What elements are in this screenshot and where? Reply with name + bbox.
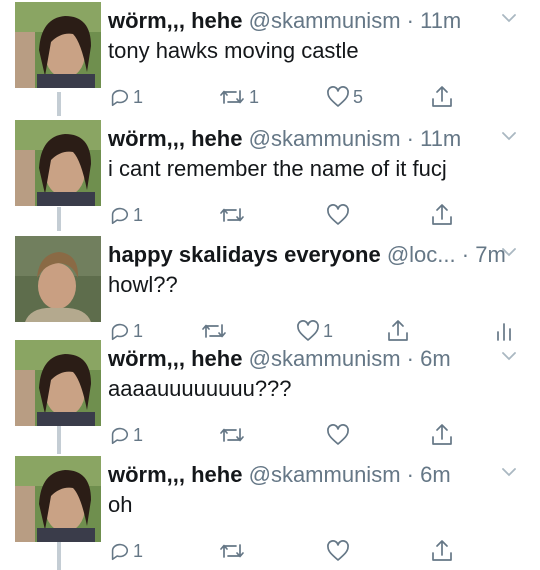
reply-button[interactable]: 1 [108,200,143,230]
tweet[interactable]: wörm,,, hehe @skammunism · 6m aaaauuuuuu… [0,340,540,450]
display-name[interactable]: wörm,,, hehe [108,126,242,151]
separator: · [406,8,414,33]
tweet-text: i cant remember the name of it fucj [108,156,447,181]
heart-icon [327,204,349,225]
share-button[interactable] [430,420,454,450]
reply-icon [111,323,128,341]
username[interactable]: @skammunism [249,346,401,371]
tweet[interactable]: happy skalidays everyone @loc... · 7m ho… [0,236,540,346]
display-name[interactable]: happy skalidays everyone [108,242,381,267]
heart-icon [297,320,319,341]
retweet-icon [220,544,244,558]
avatar[interactable] [15,340,101,426]
retweet-icon [220,90,244,104]
retweet-button[interactable] [218,536,249,566]
avatar[interactable] [15,236,101,322]
reply-count: 1 [133,86,144,107]
heart-icon [327,540,349,561]
share-icon [432,86,452,107]
reply-button[interactable]: 1 [108,536,143,566]
like-button[interactable] [326,536,353,566]
like-button[interactable]: 5 [326,82,363,112]
username[interactable]: @skammunism [249,8,401,33]
username[interactable]: @loc... [387,242,456,267]
display-name[interactable]: wörm,,, hehe [108,462,242,487]
chevron-down-icon[interactable] [501,350,517,362]
chevron-down-icon[interactable] [501,466,517,478]
share-icon [432,204,452,225]
like-count: 5 [353,86,364,107]
action-bar: 1 [0,536,540,566]
chevron-down-icon[interactable] [501,130,517,142]
tweet-text: howl?? [108,272,178,297]
separator: · [406,126,414,151]
timestamp[interactable]: 6m [420,346,451,371]
tweet[interactable]: wörm,,, hehe @skammunism · 11m tony hawk… [0,2,540,112]
share-icon [432,540,452,561]
separator: · [461,242,470,267]
heart-icon [327,424,349,445]
retweet-count: 1 [249,86,260,107]
avatar[interactable] [15,120,101,206]
share-button[interactable] [430,200,454,230]
tweet[interactable]: wörm,,, hehe @skammunism · 11m i cant re… [0,120,540,230]
tweet-text: oh [108,492,133,517]
tweet[interactable]: wörm,,, hehe @skammunism · 6m oh 1 [0,456,540,566]
reply-count: 1 [133,204,144,225]
chevron-down-icon[interactable] [501,12,517,24]
display-name[interactable]: wörm,,, hehe [108,346,242,371]
share-button[interactable] [430,536,454,566]
timestamp[interactable]: 6m [420,462,451,487]
action-bar: 1 [0,200,540,230]
share-button[interactable] [430,82,454,112]
action-bar: 1 1 5 [0,82,540,112]
tweet-thread: wörm,,, hehe @skammunism · 11m tony hawk… [0,0,540,570]
username[interactable]: @skammunism [249,126,401,151]
avatar[interactable] [15,456,101,542]
retweet-button[interactable] [218,420,249,450]
retweet-icon [220,428,244,442]
reply-icon [111,89,128,107]
like-count: 1 [323,320,334,341]
reply-count: 1 [133,424,144,445]
reply-button[interactable]: 1 [108,420,143,450]
reply-count: 1 [133,320,144,341]
reply-icon [111,543,128,561]
timestamp[interactable]: 11m [420,126,461,151]
reply-icon [111,427,128,445]
username[interactable]: @skammunism [249,462,401,487]
action-bar: 1 [0,420,540,450]
reply-count: 1 [133,540,144,561]
timestamp[interactable]: 11m [420,8,461,33]
reply-button[interactable]: 1 [108,82,143,112]
retweet-button[interactable] [218,200,249,230]
retweet-icon [220,208,244,222]
chevron-down-icon[interactable] [501,246,517,258]
tweet-text: tony hawks moving castle [108,38,359,63]
like-button[interactable] [326,420,353,450]
reply-icon [111,207,128,225]
display-name[interactable]: wörm,,, hehe [108,8,242,33]
tweet-text: aaaauuuuuuuu??? [108,376,292,401]
heart-icon [327,86,349,107]
separator: · [406,346,414,371]
avatar[interactable] [15,2,101,88]
share-icon [432,424,452,445]
separator: · [406,462,414,487]
retweet-icon [202,324,226,338]
like-button[interactable] [326,200,353,230]
retweet-button[interactable]: 1 [218,82,259,112]
